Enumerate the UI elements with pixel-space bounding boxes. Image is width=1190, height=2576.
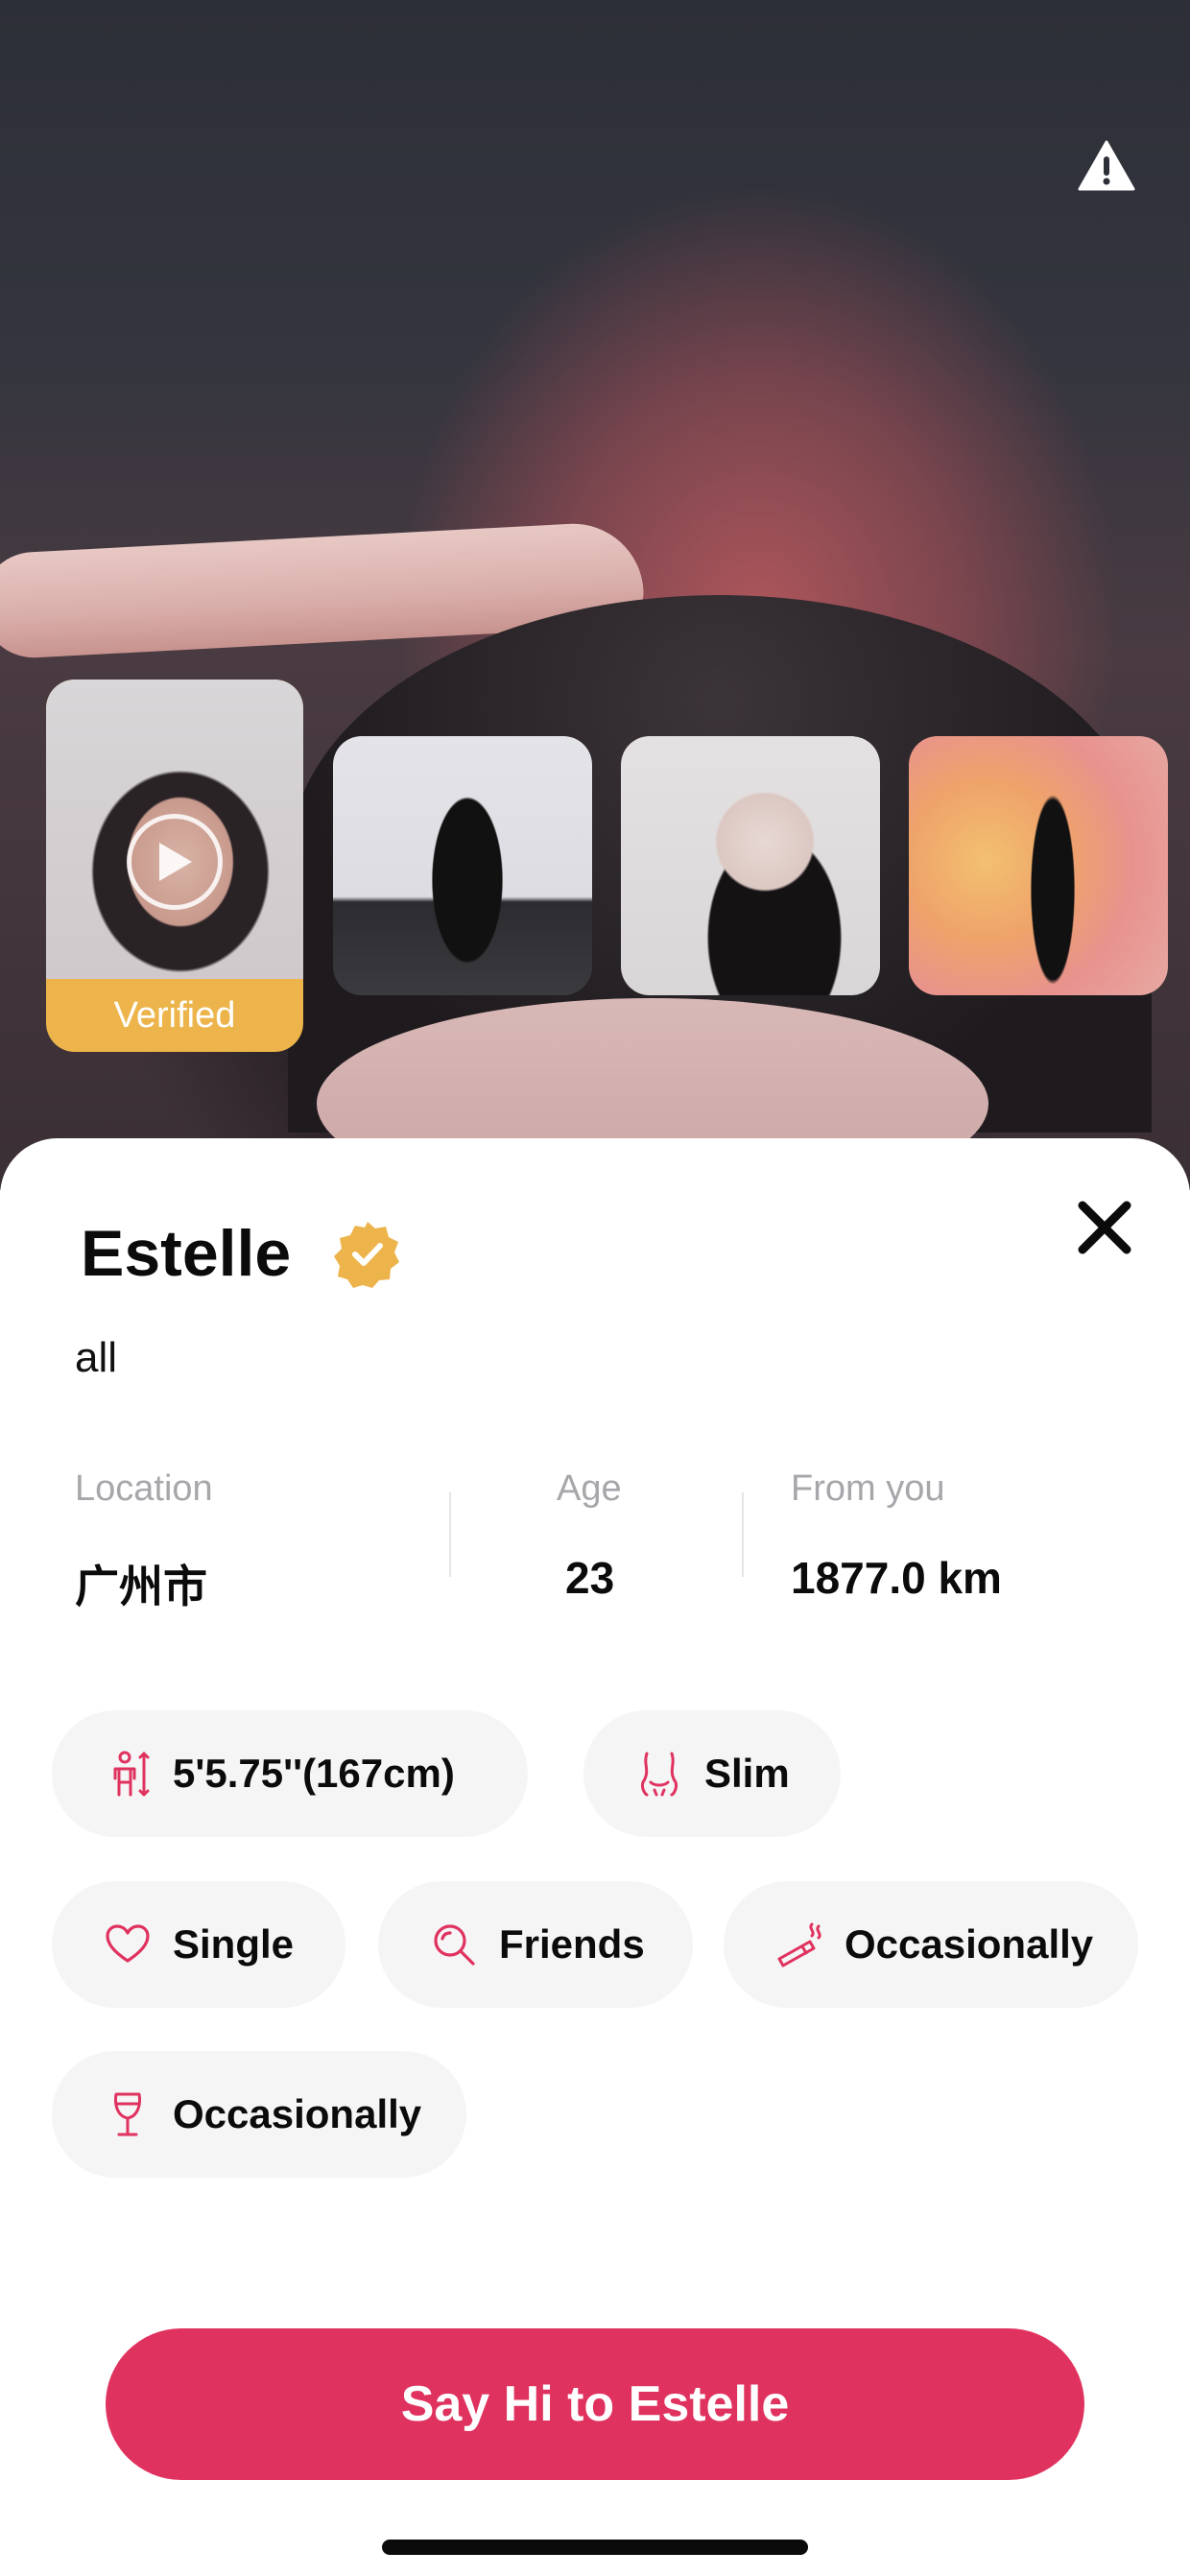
- attribute-label: Single: [173, 1921, 295, 1967]
- thumbnail-verification-video[interactable]: Verified: [46, 680, 303, 1052]
- height-icon: [104, 1750, 152, 1798]
- close-icon: [1078, 1201, 1131, 1254]
- warning-icon: [1078, 140, 1135, 191]
- distance-label: From you: [791, 1468, 945, 1509]
- attribute-chip-relationship: Single: [52, 1881, 345, 2008]
- verified-label: Verified: [113, 994, 236, 1036]
- attribute-label: Friends: [499, 1921, 645, 1967]
- profile-name: Estelle: [81, 1217, 292, 1290]
- attribute-label: Occasionally: [173, 2091, 422, 2136]
- wine-glass-icon: [104, 2090, 152, 2138]
- attribute-chip-height: 5'5.75''(167cm): [52, 1710, 528, 1837]
- location-label: Location: [75, 1468, 213, 1509]
- attribute-label: 5'5.75''(167cm): [173, 1751, 455, 1796]
- thumbnail-photo-4[interactable]: [909, 736, 1168, 995]
- home-indicator: [382, 2540, 808, 2555]
- attribute-chip-body-type: Slim: [583, 1710, 841, 1837]
- verified-badge-icon: [334, 1222, 399, 1288]
- close-button[interactable]: [1073, 1196, 1136, 1259]
- report-button[interactable]: [1075, 134, 1138, 198]
- body-type-icon: [635, 1750, 683, 1798]
- attribute-chip-looking-for: Friends: [378, 1881, 693, 2008]
- heart-icon: [104, 1920, 152, 1968]
- thumbnail-photo-2[interactable]: [333, 736, 592, 995]
- attribute-chip-smoking: Occasionally: [724, 1881, 1138, 2008]
- stats-divider: [742, 1492, 744, 1577]
- attribute-label: Occasionally: [845, 1921, 1094, 1967]
- say-hi-button[interactable]: Say Hi to Estelle: [106, 2328, 1084, 2480]
- location-value: 广州市: [75, 1562, 207, 1611]
- stats-divider: [449, 1492, 451, 1577]
- age-label: Age: [557, 1468, 622, 1509]
- attribute-chip-drinking: Occasionally: [52, 2051, 466, 2178]
- age-value: 23: [565, 1553, 615, 1603]
- cigarette-icon: [775, 1920, 823, 1968]
- profile-bio: all: [75, 1334, 118, 1381]
- distance-value: 1877.0 km: [791, 1553, 1002, 1603]
- attribute-label: Slim: [704, 1751, 790, 1796]
- play-icon: [127, 814, 223, 910]
- search-icon: [430, 1920, 478, 1968]
- thumbnail-photo-3[interactable]: [621, 736, 880, 995]
